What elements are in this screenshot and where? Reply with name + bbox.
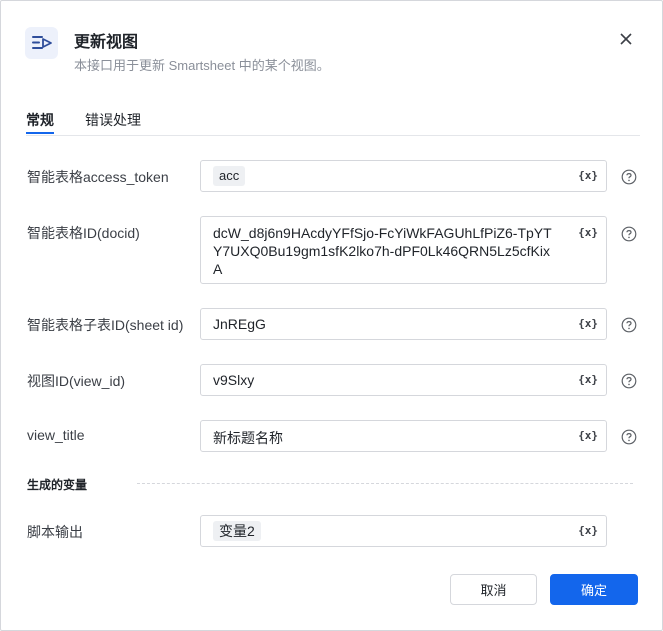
view-title-input[interactable]: 新标题名称 {x} xyxy=(200,420,607,452)
help-icon[interactable] xyxy=(621,169,637,185)
dialog-subtitle: 本接口用于更新 Smartsheet 中的某个视图。 xyxy=(74,58,330,73)
update-view-dialog: 更新视图 本接口用于更新 Smartsheet 中的某个视图。 常规 错误处理 … xyxy=(0,0,663,631)
close-icon xyxy=(620,33,632,45)
tab-error-handling[interactable]: 错误处理 xyxy=(85,110,141,130)
smartsheet-view-icon xyxy=(25,27,58,59)
access-token-label: 智能表格access_token xyxy=(27,169,169,185)
help-icon[interactable] xyxy=(621,226,637,242)
view-id-value: v9Slxy xyxy=(213,372,255,388)
dialog-title: 更新视图 xyxy=(74,34,139,51)
view-title-value: 新标题名称 xyxy=(213,430,283,446)
confirm-button[interactable]: 确定 xyxy=(550,574,638,605)
sheet-id-label: 智能表格子表ID(sheet id) xyxy=(27,317,184,333)
view-title-label: view_title xyxy=(27,427,85,443)
insert-variable-button[interactable]: {x} xyxy=(578,226,598,239)
active-tab-indicator xyxy=(26,132,54,134)
insert-variable-button[interactable]: {x} xyxy=(578,169,598,182)
help-icon[interactable] xyxy=(621,429,637,445)
docid-value: dcW_d8j6n9HAcdyYFfSjo-FcYiWkFAGUhLfPiZ6-… xyxy=(213,225,552,277)
access-token-tag: acc xyxy=(213,166,246,186)
help-icon[interactable] xyxy=(621,317,637,333)
section-divider xyxy=(137,483,633,484)
sheet-id-value: JnREgG xyxy=(213,316,266,332)
insert-variable-button[interactable]: {x} xyxy=(578,524,598,537)
tab-general[interactable]: 常规 xyxy=(26,110,54,130)
view-id-label: 视图ID(view_id) xyxy=(27,373,126,389)
script-output-input[interactable]: 变量2 {x} xyxy=(200,515,607,547)
view-id-input[interactable]: v9Slxy {x} xyxy=(200,364,607,396)
tab-bar: 常规 错误处理 xyxy=(26,105,640,136)
sheet-id-input[interactable]: JnREgG {x} xyxy=(200,308,607,340)
docid-input[interactable]: dcW_d8j6n9HAcdyYFfSjo-FcYiWkFAGUhLfPiZ6-… xyxy=(200,216,607,284)
insert-variable-button[interactable]: {x} xyxy=(578,429,598,442)
access-token-input[interactable]: acc {x} xyxy=(200,160,607,192)
cancel-button[interactable]: 取消 xyxy=(450,574,537,605)
help-icon[interactable] xyxy=(621,373,637,389)
script-output-variable-tag: 变量2 xyxy=(213,521,261,541)
insert-variable-button[interactable]: {x} xyxy=(578,373,598,386)
insert-variable-button[interactable]: {x} xyxy=(578,317,598,330)
script-output-label: 脚本输出 xyxy=(27,524,83,540)
generated-variables-heading: 生成的变量 xyxy=(27,478,88,492)
docid-label: 智能表格ID(docid) xyxy=(27,225,140,241)
close-button[interactable] xyxy=(616,29,636,49)
